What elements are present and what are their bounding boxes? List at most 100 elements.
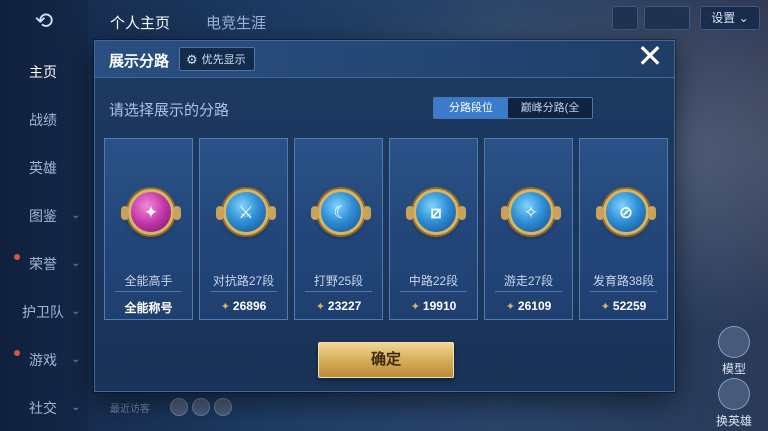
rank-points-icon: ✦ xyxy=(505,301,515,313)
lane-card-value-text: 26896 xyxy=(232,299,267,313)
model-button[interactable]: 模型 xyxy=(712,326,756,377)
lane-card-label: 打野25段 xyxy=(313,274,364,288)
lane-badge-icon: ☾ xyxy=(311,189,371,235)
settings-button[interactable]: 设置 ⌄ xyxy=(700,6,760,30)
notification-dot xyxy=(14,254,20,260)
lane-type-toggle: 分路段位 巅峰分路(全国) xyxy=(433,97,593,119)
lane-card-value: ✦ 26896 xyxy=(200,299,287,313)
lane-card-all-round[interactable]: ✦ 全能高手 全能称号 xyxy=(104,138,193,320)
rank-points-icon: ✦ xyxy=(220,301,230,313)
sidebar-item-label: 护卫队 xyxy=(22,304,64,320)
lane-card-label: 游走27段 xyxy=(503,274,554,288)
lane-card-value-text: 全能称号 xyxy=(124,301,173,315)
sidebar-item-heroes[interactable]: 英雄 xyxy=(0,148,86,188)
dialog-subtitle: 请选择展示的分路 xyxy=(109,102,230,119)
tab-esports[interactable]: 电竞生涯 xyxy=(206,12,266,33)
sidebar-item-label: 英雄 xyxy=(29,160,57,176)
dialog-header: 展示分路 ⚙ 优先显示 ✕ xyxy=(95,39,674,78)
lane-card-value-text: 19910 xyxy=(422,299,457,313)
lane-badge-icon: ⊘ xyxy=(596,189,656,235)
sidebar-item-label: 游戏 xyxy=(29,352,57,368)
lane-card-label: 发育路38段 xyxy=(592,274,655,288)
lane-card-roam[interactable]: ✧ 游走27段 ✦ 26109 xyxy=(484,138,573,320)
sidebar: ⟲ 主页 战绩 英雄 图鉴 ⌄ 荣誉 ⌄ 护卫队 ⌄ 游戏 ⌄ 社交 ⌄ xyxy=(0,0,88,431)
show-lane-dialog: 展示分路 ⚙ 优先显示 ✕ 请选择展示的分路 分路段位 巅峰分路(全国) ✦ 全… xyxy=(94,39,675,392)
sidebar-item-record[interactable]: 战绩 xyxy=(0,100,86,140)
tab-profile[interactable]: 个人主页 xyxy=(110,12,170,33)
close-button[interactable]: ✕ xyxy=(635,39,665,73)
change-hero-label: 换英雄 xyxy=(715,414,752,428)
sidebar-item-label: 图鉴 xyxy=(29,208,57,224)
lane-card-value: ✦ 26109 xyxy=(485,299,572,313)
lane-card-farm[interactable]: ⊘ 发育路38段 ✦ 52259 xyxy=(579,138,668,320)
card-divider xyxy=(400,291,467,292)
model-label: 模型 xyxy=(721,362,746,376)
card-divider xyxy=(305,291,372,292)
notification-dot xyxy=(14,350,20,356)
rank-points-icon: ✦ xyxy=(410,301,420,313)
sidebar-item-game[interactable]: 游戏 ⌄ xyxy=(0,340,86,380)
priority-display-button[interactable]: ⚙ 优先显示 xyxy=(179,47,255,71)
visitor-avatar[interactable] xyxy=(192,398,210,416)
rank-points-icon: ✦ xyxy=(315,301,325,313)
sidebar-item-home[interactable]: 主页 xyxy=(0,52,86,92)
sidebar-item-label: 战绩 xyxy=(29,112,57,128)
recent-visitors-label: 最近访客 xyxy=(110,404,150,415)
badge-glyph: ⧄ xyxy=(430,202,442,222)
confirm-label: 确定 xyxy=(370,351,401,368)
sidebar-item-codex[interactable]: 图鉴 ⌄ xyxy=(0,196,86,236)
sidebar-item-label: 社交 xyxy=(29,400,57,416)
lane-card-value: ✦ 52259 xyxy=(580,299,667,313)
lane-card-value: ✦ 19910 xyxy=(390,299,477,313)
top-tabs: 个人主页 电竞生涯 xyxy=(110,12,266,33)
tab-peak-lane[interactable]: 巅峰分路(全国) xyxy=(508,98,592,118)
chevron-down-icon: ⌄ xyxy=(71,210,80,221)
lane-badge-icon: ⚔ xyxy=(216,189,276,235)
lane-card-value: ✦ 23227 xyxy=(295,299,382,313)
chevron-down-icon: ⌄ xyxy=(71,258,80,269)
lane-card-value-text: 52259 xyxy=(612,299,647,313)
lane-card-label: 全能高手 xyxy=(124,274,173,288)
model-icon xyxy=(718,326,750,358)
lane-card-jungle[interactable]: ☾ 打野25段 ✦ 23227 xyxy=(294,138,383,320)
sidebar-item-honor[interactable]: 荣誉 ⌄ xyxy=(0,244,86,284)
close-icon: ✕ xyxy=(636,38,664,74)
tab-lane-rank[interactable]: 分路段位 xyxy=(434,98,508,118)
visitor-avatar[interactable] xyxy=(170,398,188,416)
lane-card-mid[interactable]: ⧄ 中路22段 ✦ 19910 xyxy=(389,138,478,320)
lane-card-clash[interactable]: ⚔ 对抗路27段 ✦ 26896 xyxy=(199,138,288,320)
gear-icon: ⚙ xyxy=(186,51,198,67)
confirm-button[interactable]: 确定 xyxy=(318,342,454,378)
notice-icon[interactable] xyxy=(644,6,690,30)
badge-glyph: ⊘ xyxy=(618,202,634,222)
card-divider xyxy=(115,291,182,292)
lane-card-value-text: 23227 xyxy=(327,299,362,313)
badge-glyph: ✦ xyxy=(143,202,159,222)
dialog-title: 展示分路 xyxy=(109,53,170,70)
badge-glyph: ⚔ xyxy=(238,202,254,222)
sidebar-item-social[interactable]: 社交 ⌄ xyxy=(0,388,86,428)
lane-card-value: 全能称号 xyxy=(105,299,192,316)
lane-card-label: 对抗路27段 xyxy=(212,274,275,288)
back-button[interactable]: ⟲ xyxy=(24,8,64,34)
card-divider xyxy=(495,291,562,292)
sidebar-item-label: 荣誉 xyxy=(29,256,57,272)
avatar-icon[interactable] xyxy=(612,6,638,30)
lane-card-label: 中路22段 xyxy=(408,274,459,288)
change-hero-button[interactable]: 换英雄 xyxy=(712,378,756,429)
card-divider xyxy=(590,291,657,292)
badge-glyph: ☾ xyxy=(333,202,349,222)
sidebar-item-label: 主页 xyxy=(29,64,57,80)
hero-icon xyxy=(718,378,750,410)
chevron-down-icon: ⌄ xyxy=(71,354,80,365)
visitor-avatar[interactable] xyxy=(214,398,232,416)
priority-display-label: 优先显示 xyxy=(201,54,246,66)
lane-card-value-text: 26109 xyxy=(517,299,552,313)
chevron-down-icon: ⌄ xyxy=(71,306,80,317)
chevron-down-icon: ⌄ xyxy=(71,402,80,413)
card-divider xyxy=(210,291,277,292)
badge-glyph: ✧ xyxy=(523,202,539,222)
rank-points-icon: ✦ xyxy=(600,301,610,313)
sidebar-item-guard[interactable]: 护卫队 ⌄ xyxy=(0,292,86,332)
lane-badge-icon: ✦ xyxy=(121,189,181,235)
